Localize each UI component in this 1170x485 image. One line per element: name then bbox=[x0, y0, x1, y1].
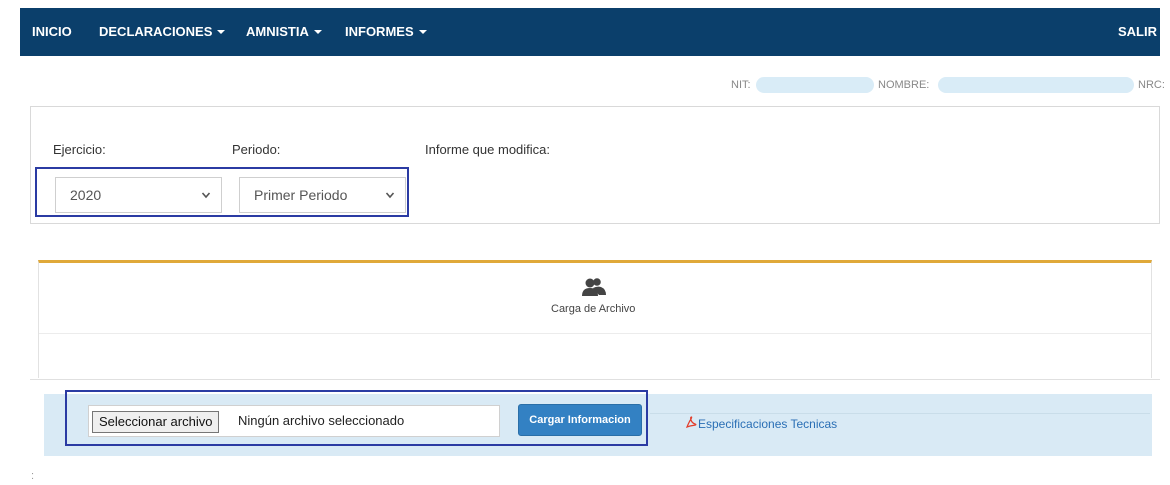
nrc-label: NRC: bbox=[1138, 79, 1165, 91]
nav-item-amnistia[interactable]: AMNISTIA bbox=[246, 8, 322, 56]
tab-content-area bbox=[39, 333, 1151, 378]
caret-down-icon bbox=[217, 30, 226, 34]
users-icon bbox=[581, 276, 607, 303]
nombre-value bbox=[938, 77, 1134, 93]
highlight-box-upload bbox=[65, 390, 648, 446]
pdf-icon bbox=[685, 416, 697, 431]
highlight-box-filters bbox=[35, 167, 409, 217]
nit-label: NIT: bbox=[731, 79, 751, 91]
top-navbar: INICIO DECLARACIONES AMNISTIA INFORMES S… bbox=[20, 8, 1160, 56]
nav-item-declaraciones[interactable]: DECLARACIONES bbox=[99, 8, 226, 56]
nav-item-informes[interactable]: INFORMES bbox=[345, 8, 427, 56]
periodo-label: Periodo: bbox=[232, 142, 281, 157]
tab-carga-archivo[interactable]: Carga de Archivo bbox=[551, 303, 635, 315]
ejercicio-label: Ejercicio: bbox=[53, 142, 106, 157]
nav-item-inicio[interactable]: INICIO bbox=[32, 8, 72, 56]
caret-down-icon bbox=[418, 30, 427, 34]
nit-value bbox=[756, 77, 874, 93]
stray-colon: : bbox=[31, 470, 35, 482]
spec-link[interactable]: Especificaciones Tecnicas bbox=[685, 416, 837, 431]
caret-down-icon bbox=[313, 30, 322, 34]
logout-link[interactable]: SALIR bbox=[1118, 8, 1157, 56]
nombre-label: NOMBRE: bbox=[878, 79, 930, 91]
informe-label: Informe que modifica: bbox=[425, 142, 551, 157]
divider bbox=[650, 413, 1150, 414]
